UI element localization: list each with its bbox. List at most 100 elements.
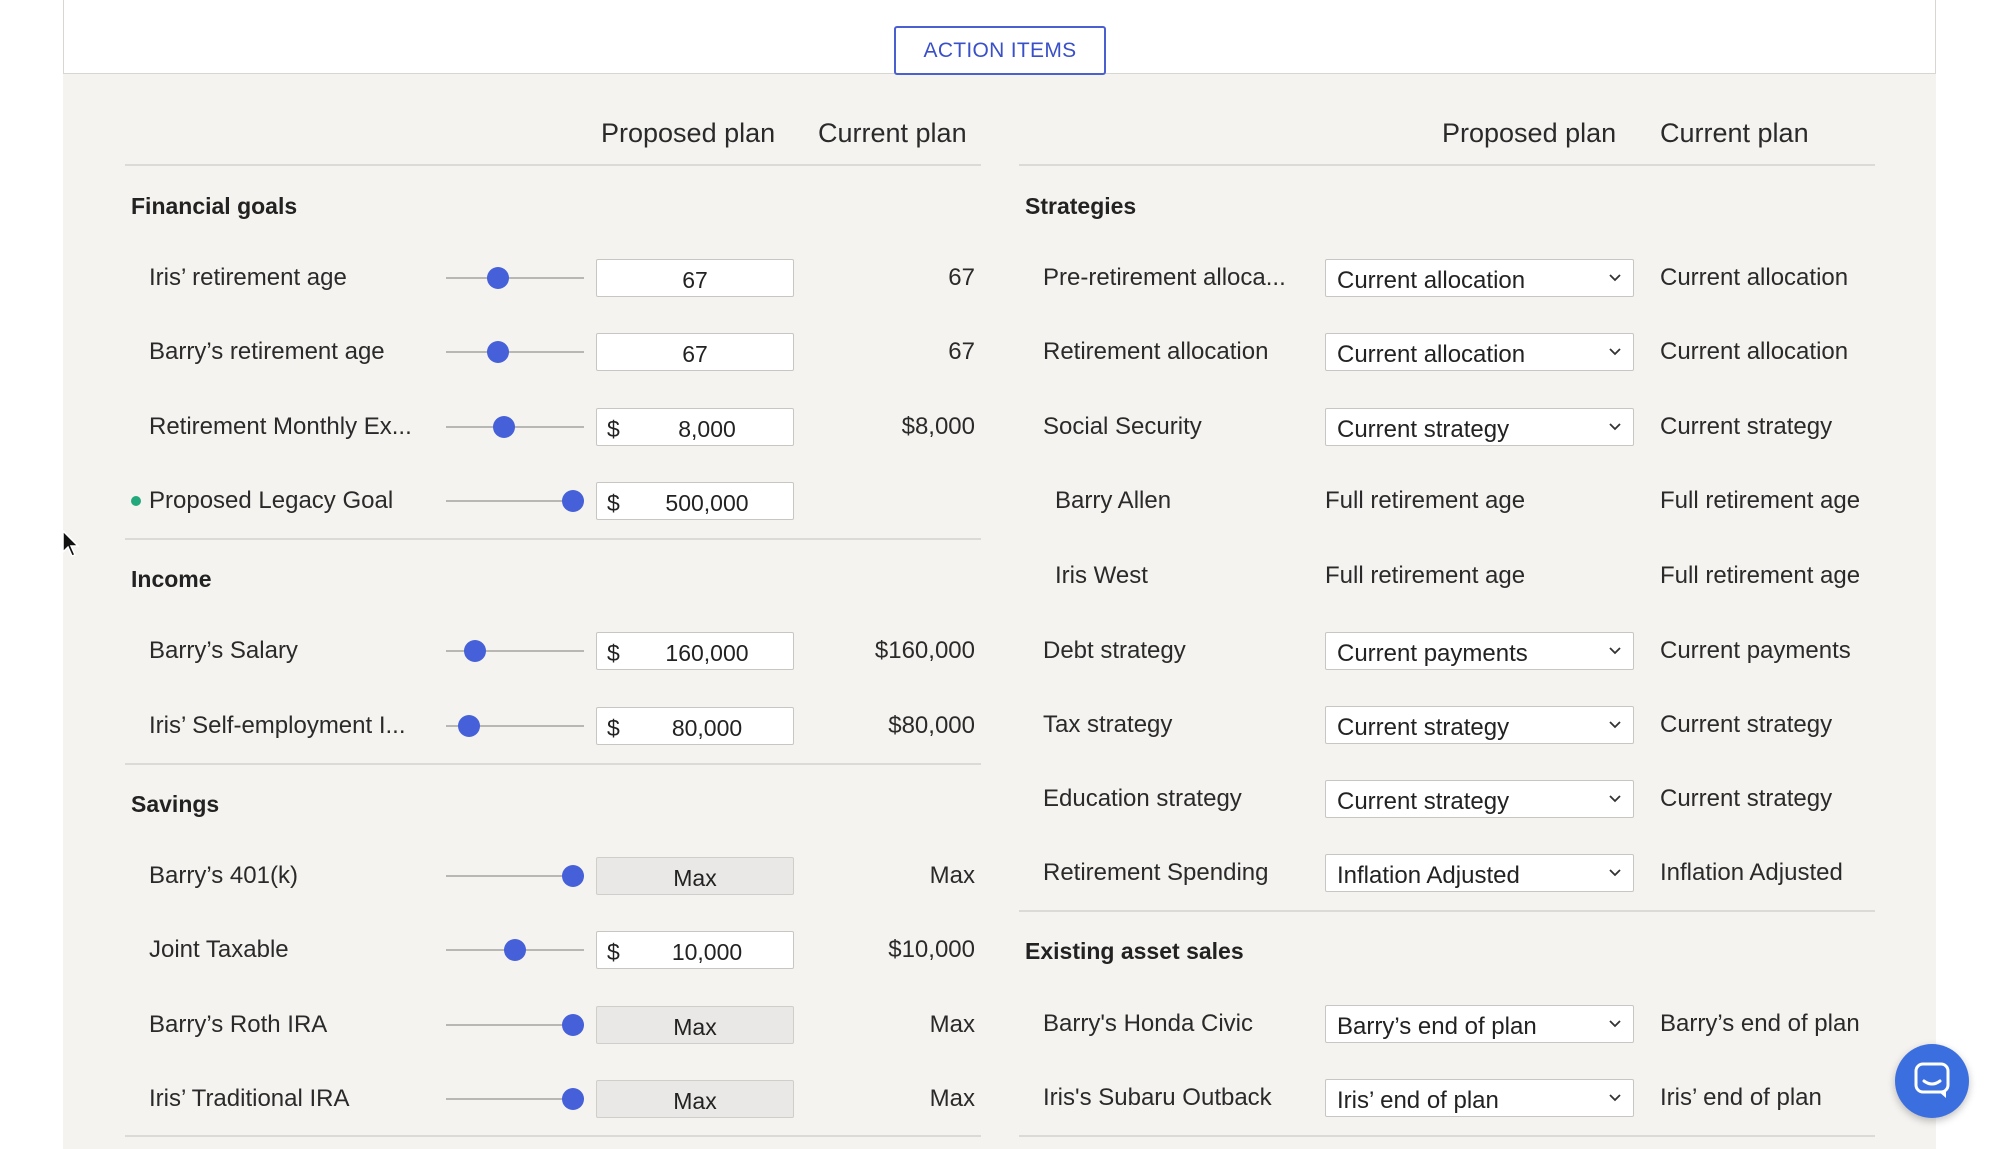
slider-thumb[interactable] — [561, 1014, 584, 1036]
current-plan-value: Max — [929, 862, 975, 889]
current-plan-value: Current allocation — [1660, 264, 1849, 291]
strategy-select[interactable]: Barry’s end of plan — [1325, 1005, 1634, 1043]
value-input[interactable]: 67 — [596, 259, 794, 297]
left-proposed-header: Proposed plan — [601, 118, 776, 148]
strategy-select[interactable]: Inflation Adjusted — [1325, 854, 1634, 892]
value-slider[interactable] — [446, 639, 584, 663]
current-plan-value: Full retirement age — [1660, 487, 1861, 514]
select-value: Barry’s end of plan — [1337, 1013, 1537, 1040]
strategy-select[interactable]: Current strategy — [1325, 780, 1634, 818]
value-input[interactable]: $500,000 — [596, 482, 794, 520]
current-plan-value: Barry’s end of plan — [1660, 1010, 1860, 1037]
value-input[interactable]: $8,000 — [596, 408, 794, 446]
select-value: Current allocation — [1337, 267, 1526, 294]
slider-thumb[interactable] — [561, 1088, 584, 1110]
value-slider[interactable] — [446, 1087, 584, 1111]
row-label: Debt strategy — [1043, 637, 1186, 664]
chevron-down-icon — [1609, 1094, 1621, 1102]
chevron-down-icon — [1609, 274, 1621, 282]
value-input[interactable]: $10,000 — [596, 931, 794, 969]
current-plan-value: Full retirement age — [1660, 562, 1861, 589]
slider-thumb[interactable] — [561, 490, 584, 512]
chat-button[interactable] — [1895, 1044, 1969, 1118]
slider-thumb[interactable] — [561, 865, 584, 887]
slider-thumb[interactable] — [458, 715, 481, 737]
current-plan-value: $10,000 — [888, 936, 975, 963]
strategy-select[interactable]: Current strategy — [1325, 408, 1634, 446]
row-label: Iris West — [1055, 562, 1148, 589]
input-value: 67 — [682, 341, 708, 367]
strategy-select[interactable]: Current allocation — [1325, 259, 1634, 297]
value-slider[interactable] — [446, 864, 584, 888]
chevron-down-icon — [1609, 647, 1621, 655]
slider-thumb[interactable] — [487, 267, 510, 289]
value-input[interactable]: Max — [596, 857, 794, 895]
value-input[interactable]: $80,000 — [596, 707, 794, 745]
currency-symbol: $ — [607, 640, 620, 666]
chat-icon — [1914, 1062, 1950, 1098]
current-plan-value: $160,000 — [874, 637, 975, 664]
current-plan-value: 67 — [948, 264, 975, 291]
currency-symbol: $ — [607, 490, 620, 516]
select-value: Current strategy — [1337, 714, 1510, 741]
slider-thumb[interactable] — [487, 341, 510, 363]
cursor-icon — [62, 530, 80, 557]
value-slider[interactable] — [446, 714, 584, 738]
financial-goals-title: Financial goals — [131, 193, 298, 219]
slider-track — [446, 351, 584, 353]
strategy-select[interactable]: Current allocation — [1325, 333, 1634, 371]
row-label: Iris’ Self-employment I... — [149, 712, 406, 739]
current-plan-value: 67 — [948, 338, 975, 365]
value-slider[interactable] — [446, 1013, 584, 1037]
section-divider — [1019, 910, 1875, 912]
current-plan-value: Max — [929, 1011, 975, 1038]
current-plan-value: $80,000 — [888, 712, 975, 739]
row-label: Retirement Spending — [1043, 859, 1269, 886]
select-value: Current allocation — [1337, 341, 1526, 368]
value-slider[interactable] — [446, 266, 584, 290]
input-value: Max — [673, 1014, 717, 1040]
proposed-plan-value: Full retirement age — [1325, 487, 1526, 514]
currency-symbol: $ — [607, 715, 620, 741]
row-label: Barry’s retirement age — [149, 338, 385, 365]
savings-title: Savings — [131, 791, 220, 817]
chevron-down-icon — [1609, 423, 1621, 431]
input-value: 160,000 — [665, 640, 749, 666]
status-dot — [131, 496, 141, 506]
action-items-button[interactable]: ACTION ITEMS — [894, 26, 1106, 75]
slider-track — [446, 277, 584, 279]
row-label: Barry’s 401(k) — [149, 862, 298, 889]
current-plan-value: Current strategy — [1660, 413, 1833, 440]
row-label: Retirement Monthly Ex... — [149, 413, 412, 440]
section-divider — [125, 1135, 981, 1137]
left-current-header: Current plan — [818, 118, 967, 148]
strategy-select[interactable]: Current strategy — [1325, 706, 1634, 744]
row-label: Barry’s Salary — [149, 637, 298, 664]
left-header-divider — [125, 164, 981, 166]
strategies-title: Strategies — [1025, 193, 1137, 219]
currency-symbol: $ — [607, 939, 620, 965]
value-input[interactable]: $160,000 — [596, 632, 794, 670]
slider-thumb[interactable] — [504, 939, 526, 961]
row-label: Social Security — [1043, 413, 1202, 440]
strategy-select[interactable]: Current payments — [1325, 632, 1634, 670]
current-plan-value: Max — [929, 1085, 975, 1112]
slider-thumb[interactable] — [492, 416, 515, 438]
income-title: Income — [131, 566, 212, 592]
row-label: Retirement allocation — [1043, 338, 1269, 365]
value-slider[interactable] — [446, 938, 584, 962]
strategy-select[interactable]: Iris’ end of plan — [1325, 1079, 1634, 1117]
slider-track — [446, 426, 584, 428]
value-input[interactable]: 67 — [596, 333, 794, 371]
current-plan-value: Current strategy — [1660, 785, 1833, 812]
value-input[interactable]: Max — [596, 1006, 794, 1044]
row-label: Barry’s Roth IRA — [149, 1011, 328, 1038]
value-slider[interactable] — [446, 415, 584, 439]
row-label: Pre-retirement alloca... — [1043, 264, 1286, 291]
select-value: Iris’ end of plan — [1337, 1087, 1499, 1114]
plan-panel — [63, 0, 1936, 1149]
value-input[interactable]: Max — [596, 1080, 794, 1118]
value-slider[interactable] — [446, 340, 584, 364]
value-slider[interactable] — [446, 489, 584, 513]
slider-thumb[interactable] — [463, 640, 486, 662]
